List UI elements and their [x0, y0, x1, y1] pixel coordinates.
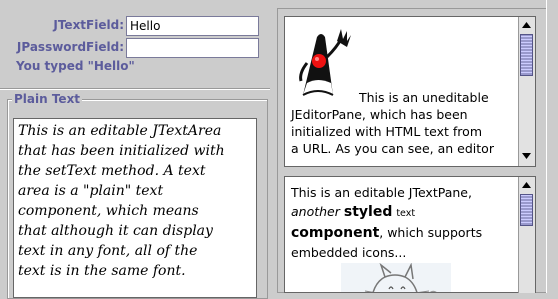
- text-pane-italic-text: another: [291, 204, 340, 219]
- text-pane-plain-text: embedded icons...: [291, 245, 407, 260]
- window-edge: [546, 0, 558, 293]
- plain-text-line: component, which means: [18, 203, 199, 219]
- text-pane-plain-text: This is an editable JTextPane,: [291, 185, 472, 200]
- cat-sketch-icon: [341, 263, 451, 292]
- scroll-up-arrow-icon[interactable]: [520, 19, 533, 31]
- jpassword-input[interactable]: [126, 38, 259, 58]
- editor-line: This is an uneditable: [359, 90, 489, 105]
- editor-line: a URL. As you can see, an editor: [291, 141, 494, 156]
- editor-pane-scroll-thumb[interactable]: [520, 34, 533, 76]
- form-separator: [0, 88, 270, 90]
- scroll-down-arrow-icon[interactable]: [520, 150, 533, 162]
- editor-pane[interactable]: This is an uneditable JEditorPane, which…: [284, 16, 536, 167]
- editor-line: initialized with HTML text from: [291, 124, 482, 139]
- collapse-up-arrow-icon[interactable]: [292, 168, 302, 182]
- plain-text-line: that has been initialized with: [18, 143, 225, 159]
- editor-line: JEditorPane, which has been: [291, 107, 468, 122]
- plain-text-area[interactable]: This is an editable JTextArea that has b…: [13, 118, 257, 298]
- plain-text-line: the setText method. A text: [18, 163, 206, 179]
- text-pane-large-bold-text: component: [291, 225, 380, 241]
- collapse-down-arrow-icon[interactable]: [305, 168, 315, 182]
- typed-message-label: You typed "Hello": [16, 59, 135, 73]
- jtextfield-input[interactable]: Hello: [126, 16, 259, 36]
- plain-text-line: text is in the same font.: [18, 263, 186, 279]
- plain-text-line: area is a "plain" text: [18, 183, 164, 199]
- text-pane-bold-text: styled: [343, 204, 393, 220]
- text-pane-small-text: text: [396, 208, 416, 219]
- plain-text-line: text in any font, all of the: [18, 243, 198, 259]
- plain-text-line: This is an editable JTextArea: [18, 123, 222, 139]
- text-pane-content: This is an editable JTextPane, another s…: [291, 183, 523, 262]
- scroll-up-arrow-icon[interactable]: [520, 179, 533, 191]
- split-pane-divider[interactable]: [284, 167, 536, 176]
- jtextfield-label: JTextField:: [53, 18, 124, 32]
- text-pane-plain-text: , which supports: [379, 225, 483, 240]
- plain-text-line: that although it can display: [18, 223, 213, 239]
- plain-text-group-title: Plain Text: [12, 92, 83, 106]
- text-pane[interactable]: This is an editable JTextPane, another s…: [284, 176, 536, 293]
- text-pane-scroll-thumb[interactable]: [520, 194, 533, 226]
- editor-pane-text: This is an uneditable JEditorPane, which…: [291, 89, 527, 157]
- jpassword-label: JPasswordField:: [16, 40, 124, 54]
